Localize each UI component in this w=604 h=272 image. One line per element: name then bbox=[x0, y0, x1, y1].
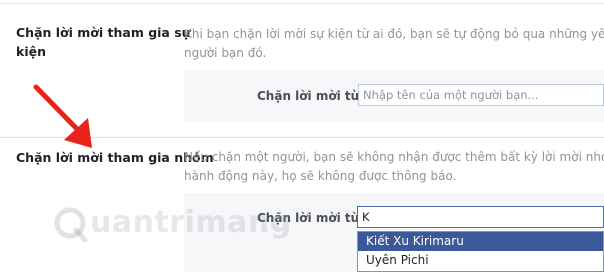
event-block-field-label: Chặn lời mời từ bbox=[257, 89, 360, 103]
event-desc-line1: Khi bạn chặn lời mời sự kiện từ ai đó, b… bbox=[184, 27, 604, 41]
group-block-description: Nếu chặn một người, bạn sẽ không nhận đư… bbox=[184, 148, 604, 186]
suggestion-dropdown: Kiết Xu Kirimaru Uyên Pichi bbox=[357, 231, 604, 272]
watermark-text: uantrimang bbox=[90, 205, 292, 240]
quantrimang-logo-icon bbox=[54, 207, 88, 243]
event-block-title-line1: Chặn lời mời tham gia sự bbox=[16, 25, 191, 40]
event-desc-line2: người bạn đó. bbox=[184, 46, 267, 60]
red-arrow-icon bbox=[33, 84, 92, 148]
top-divider bbox=[0, 3, 604, 4]
event-block-name-input[interactable] bbox=[358, 84, 604, 106]
event-block-description: Khi bạn chặn lời mời sự kiện từ ai đó, b… bbox=[184, 25, 604, 63]
event-block-title-line2: kiện bbox=[16, 44, 46, 59]
group-desc-line2: hành động này, họ sẽ không được thông bá… bbox=[184, 169, 457, 183]
group-block-name-input[interactable] bbox=[357, 206, 604, 228]
suggestion-item[interactable]: Uyên Pichi bbox=[358, 251, 603, 270]
event-block-panel: Chặn lời mời từ bbox=[184, 70, 604, 122]
group-desc-line1: Nếu chặn một người, bạn sẽ không nhận đư… bbox=[184, 150, 604, 164]
suggestion-item[interactable]: Kiết Xu Kirimaru bbox=[358, 232, 603, 251]
event-block-title: Chặn lời mời tham gia sự kiện bbox=[16, 23, 191, 61]
